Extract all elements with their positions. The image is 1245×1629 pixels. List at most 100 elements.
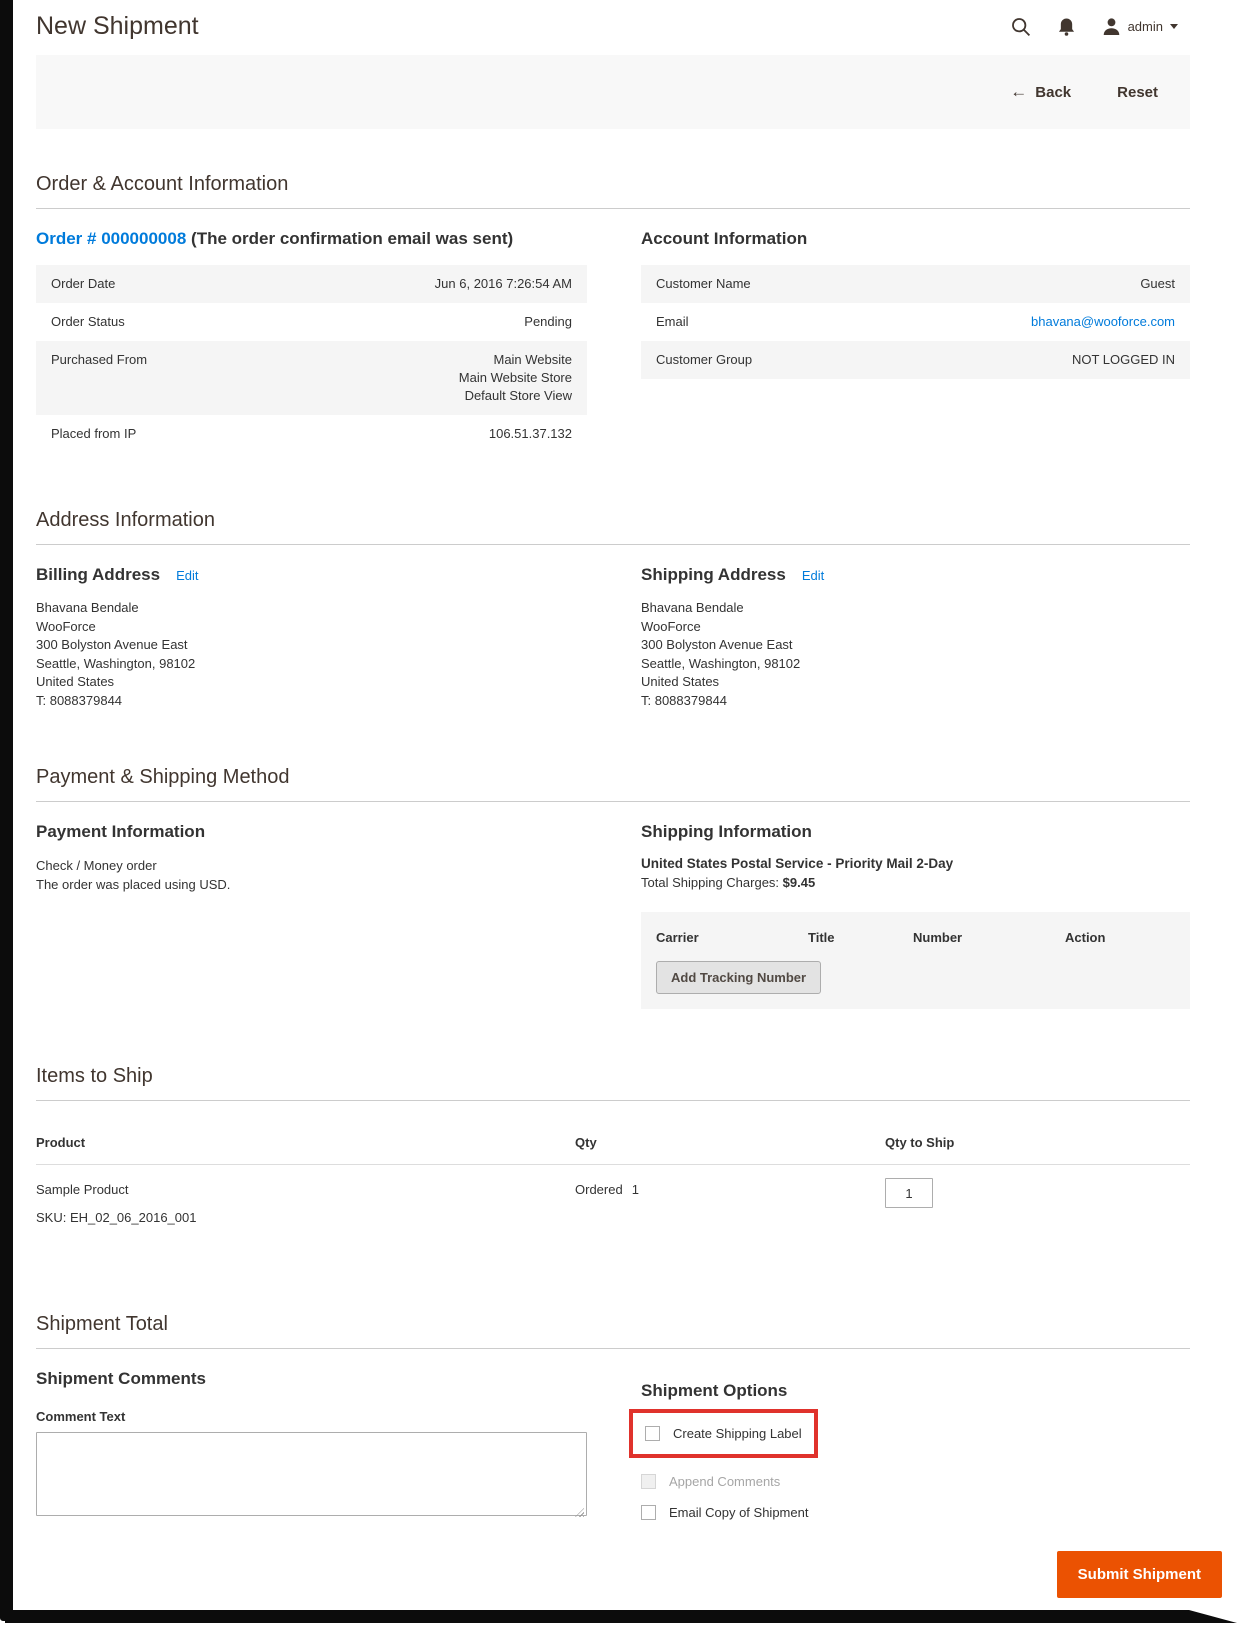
append-comments-option: Append Comments [641, 1474, 1190, 1489]
tracking-col-carrier: Carrier [656, 930, 699, 945]
address-line: T: 8088379844 [36, 692, 123, 708]
row-value: Main Website Main Website Store Default … [459, 351, 572, 405]
table-row: Customer Group NOT LOGGED IN [641, 341, 1190, 379]
shipping-method: United States Postal Service - Priority … [641, 856, 954, 871]
window-border-left [0, 0, 13, 1621]
create-shipping-label-text: Create Shipping Label [673, 1426, 802, 1441]
section-address-title: Address Information [36, 509, 1190, 545]
shipping-charges-value: $9.45 [782, 875, 816, 890]
qty-label: Ordered [575, 1182, 623, 1197]
order-account-columns: Order # 000000008 (The order confirmatio… [36, 229, 1190, 453]
create-shipping-label-checkbox[interactable] [645, 1426, 660, 1441]
section-items-title: Items to Ship [36, 1065, 1190, 1101]
address-line: Seattle, Washington, 98102 [641, 655, 801, 671]
page-header: New Shipment admin [36, 0, 1190, 41]
footer-actions: Submit Shipment [36, 1551, 1222, 1598]
address-line: WooForce [641, 618, 701, 634]
tracking-col-number: Number [913, 930, 963, 945]
address-line: 300 Bolyston Avenue East [36, 637, 188, 652]
add-tracking-number-button[interactable]: Add Tracking Number [656, 961, 822, 994]
comment-textarea-wrap [36, 1432, 587, 1521]
billing-address-lines: Bhavana Bendale WooForce 300 Bolyston Av… [36, 599, 587, 710]
shipping-information-title: Shipping Information [641, 822, 812, 841]
qty-to-ship-input[interactable] [885, 1178, 933, 1208]
shipment-total-columns: Shipment Comments Comment Text Shipment … [36, 1369, 1190, 1521]
qty-cell: Ordered 1 [575, 1182, 885, 1225]
tracking-table-header: Carrier Title Number Action [656, 927, 1175, 945]
create-shipping-label-option: Create Shipping Label [645, 1426, 802, 1441]
qty-value: 1 [631, 1182, 639, 1197]
append-comments-text: Append Comments [669, 1474, 781, 1489]
shipping-address-header: Shipping Address Edit [641, 565, 1190, 585]
row-label: Purchased From [51, 352, 148, 367]
section-shipment-total-title: Shipment Total [36, 1313, 1190, 1349]
table-row: Purchased From Main Website Main Website… [36, 341, 587, 415]
address-columns: Billing Address Edit Bhavana Bendale Woo… [36, 565, 1190, 710]
section-order-account-title: Order & Account Information [36, 173, 1190, 209]
store-line: Default Store View [464, 388, 572, 403]
order-heading: Order # 000000008 (The order confirmatio… [36, 229, 587, 249]
notifications-bell-icon[interactable] [1058, 17, 1075, 37]
address-line: Seattle, Washington, 98102 [36, 655, 196, 671]
address-line: T: 8088379844 [641, 692, 728, 708]
back-button-label: Back [1035, 83, 1072, 101]
address-line: Bhavana Bendale [36, 600, 139, 615]
chevron-down-icon [1170, 24, 1178, 29]
reset-button[interactable]: Reset [1117, 84, 1158, 101]
store-line: Main Website [493, 352, 572, 367]
product-name: Sample Product [36, 1182, 129, 1197]
row-label: Placed from IP [51, 426, 137, 441]
items-col-qty-to-ship: Qty to Ship [885, 1135, 955, 1150]
shipping-address-title: Shipping Address [641, 565, 786, 584]
payment-method: Check / Money order [36, 858, 157, 873]
address-line: United States [641, 674, 720, 689]
email-copy-option: Email Copy of Shipment [641, 1505, 1190, 1520]
shipping-information-block: Shipping Information United States Posta… [641, 822, 1190, 1009]
email-copy-checkbox[interactable] [641, 1505, 656, 1520]
payment-currency-note: The order was placed using USD. [36, 877, 231, 892]
payment-information-title: Payment Information [36, 822, 206, 841]
shipping-address-lines: Bhavana Bendale WooForce 300 Bolyston Av… [641, 599, 1190, 710]
table-row: Order Date Jun 6, 2016 7:26:54 AM [36, 265, 587, 303]
items-table-row: Sample Product SKU: EH_02_06_2016_001 Or… [36, 1165, 1190, 1225]
page-actions-bar: ← Back Reset [36, 55, 1190, 129]
billing-address-title: Billing Address [36, 565, 161, 584]
back-button[interactable]: ← Back [1010, 82, 1071, 102]
shipment-options-block: Shipment Options Create Shipping Label A… [629, 1369, 1190, 1521]
shipment-options-title: Shipment Options [641, 1381, 788, 1400]
address-line: United States [36, 674, 115, 689]
shipment-comments-title: Shipment Comments [36, 1369, 207, 1388]
shipping-address-edit-link[interactable]: Edit [802, 568, 824, 583]
section-payment-shipping-title: Payment & Shipping Method [36, 766, 1190, 802]
product-sku: SKU: EH_02_06_2016_001 [36, 1210, 197, 1225]
account-information-title: Account Information [641, 229, 808, 248]
reset-button-label: Reset [1117, 83, 1158, 101]
row-value: NOT LOGGED IN [1071, 352, 1175, 367]
user-avatar-icon [1102, 17, 1121, 36]
submit-shipment-button[interactable]: Submit Shipment [1056, 1551, 1222, 1598]
table-row: Order Status Pending [36, 303, 587, 341]
row-label: Customer Name [656, 276, 751, 291]
row-label: Customer Group [656, 352, 753, 367]
search-icon[interactable] [1011, 17, 1031, 37]
order-information-column: Order # 000000008 (The order confirmatio… [36, 229, 587, 453]
table-row: Customer Name Guest [641, 265, 1190, 303]
row-value: Jun 6, 2016 7:26:54 AM [434, 276, 572, 291]
shipping-address-block: Shipping Address Edit Bhavana Bendale Wo… [641, 565, 1190, 710]
admin-user-menu[interactable]: admin [1102, 17, 1178, 36]
tracking-panel: Carrier Title Number Action Add Tracking… [641, 912, 1190, 1009]
billing-address-edit-link[interactable]: Edit [176, 568, 198, 583]
comment-text-label: Comment Text [36, 1409, 126, 1424]
payment-details: Check / Money order The order was placed… [36, 856, 587, 894]
email-copy-text: Email Copy of Shipment [669, 1505, 809, 1520]
customer-email-link[interactable]: bhavana@wooforce.com [1031, 313, 1175, 331]
order-number-link[interactable]: Order # 000000008 [36, 229, 186, 248]
items-col-qty: Qty [575, 1135, 597, 1150]
admin-username: admin [1127, 19, 1163, 34]
shipping-charges: Total Shipping Charges: $9.45 [641, 875, 1190, 890]
row-label: Order Date [51, 276, 116, 291]
row-value: Guest [1140, 276, 1175, 291]
account-info-table: Customer Name Guest Email bhavana@woofor… [641, 265, 1190, 379]
comment-text-input[interactable] [36, 1432, 587, 1516]
page-title: New Shipment [36, 12, 199, 40]
